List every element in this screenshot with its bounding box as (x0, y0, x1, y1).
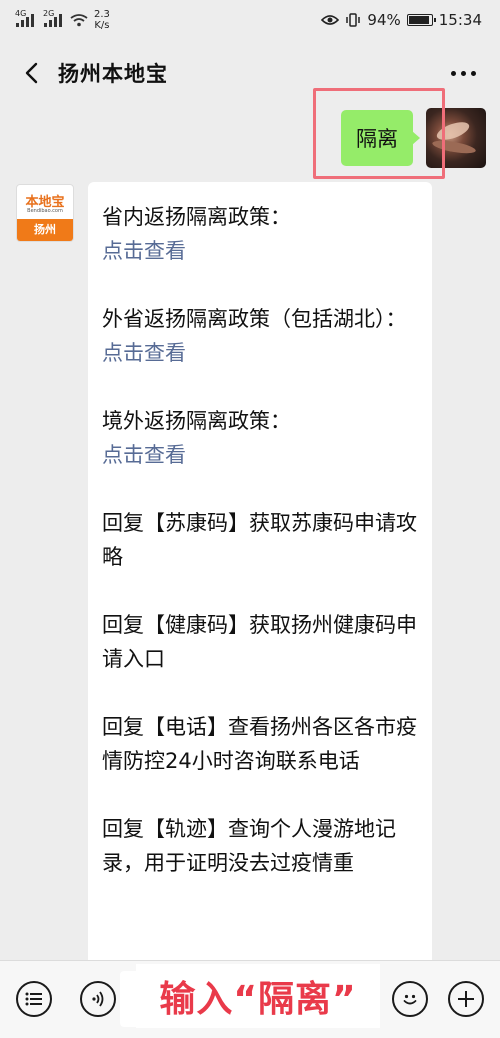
policy-title-out-of-province: 外省返扬隔离政策（包括湖北）： (102, 307, 407, 331)
chat-title: 扬州本地宝 (58, 62, 168, 86)
official-account-avatar[interactable]: 本地宝 Bendibao.com 扬州 (16, 184, 74, 242)
voice-icon (92, 991, 104, 1007)
incoming-message-bubble: 省内返扬隔离政策： 点击查看 外省返扬隔离政策（包括湖北）： 点击查看 境外返扬… (88, 182, 432, 972)
speed-value: 2.3 (94, 9, 110, 20)
network-speed: 2.3 K/s (94, 9, 110, 31)
emoji-button[interactable] (392, 981, 428, 1017)
battery-percent: 94% (367, 11, 401, 29)
battery-icon (406, 14, 436, 26)
back-button[interactable] (16, 58, 46, 88)
battery-fill (408, 16, 429, 24)
policy-link-overseas[interactable]: 点击查看 (102, 438, 418, 472)
status-bar: 4G 2G 2.3 K/s 94% 15:34 (0, 0, 500, 40)
signal-icon: 4G (15, 9, 34, 27)
avatar-city-text: 扬州 (17, 219, 73, 241)
speed-unit: K/s (94, 20, 110, 31)
status-right: 94% 15:34 (321, 11, 482, 29)
highlight-annotation-box (313, 88, 445, 179)
policy-link-out-of-province[interactable]: 点击查看 (102, 336, 418, 370)
wifi-icon (70, 14, 88, 27)
instruction-caption: 输入“隔离” (136, 964, 380, 1028)
back-arrow-icon (25, 62, 38, 84)
menu-button[interactable] (16, 981, 52, 1017)
reply-hint-phone: 回复【电话】查看扬州各区各市疫情防控24小时咨询联系电话 (102, 715, 417, 773)
eye-icon (321, 15, 340, 25)
menu-list-icon (25, 992, 42, 1006)
policy-title-overseas: 境外返扬隔离政策： (102, 409, 291, 433)
reply-hint-health-code: 回复【健康码】获取扬州健康码申请入口 (102, 613, 417, 671)
plus-icon (458, 991, 474, 1007)
more-button[interactable] (443, 63, 484, 84)
reply-hint-sukang-code: 回复【苏康码】获取苏康码申请攻略 (102, 511, 417, 569)
signal-tag: 4G (15, 9, 27, 18)
status-left: 4G 2G 2.3 K/s (15, 9, 110, 31)
clock: 15:34 (438, 11, 482, 29)
emoji-icon (403, 994, 417, 1005)
reply-hint-trajectory: 回复【轨迹】查询个人漫游地记录，用于证明没去过疫情重 (102, 817, 396, 875)
message-paragraph: 外省返扬隔离政策（包括湖北）： 点击查看 (102, 302, 418, 370)
voice-button[interactable] (80, 981, 116, 1017)
signal-tag-2: 2G (43, 9, 55, 18)
policy-title-provincial: 省内返扬隔离政策： (102, 205, 291, 229)
more-icon (451, 70, 456, 76)
plus-button[interactable] (448, 981, 484, 1017)
policy-link-provincial[interactable]: 点击查看 (102, 234, 418, 268)
message-paragraph: 省内返扬隔离政策： 点击查看 (102, 200, 418, 268)
signal-icon-2: 2G (43, 9, 62, 27)
avatar-site-text: Bendibao.com (27, 208, 63, 214)
vibrate-icon (346, 13, 361, 27)
message-paragraph: 境外返扬隔离政策： 点击查看 (102, 404, 418, 472)
